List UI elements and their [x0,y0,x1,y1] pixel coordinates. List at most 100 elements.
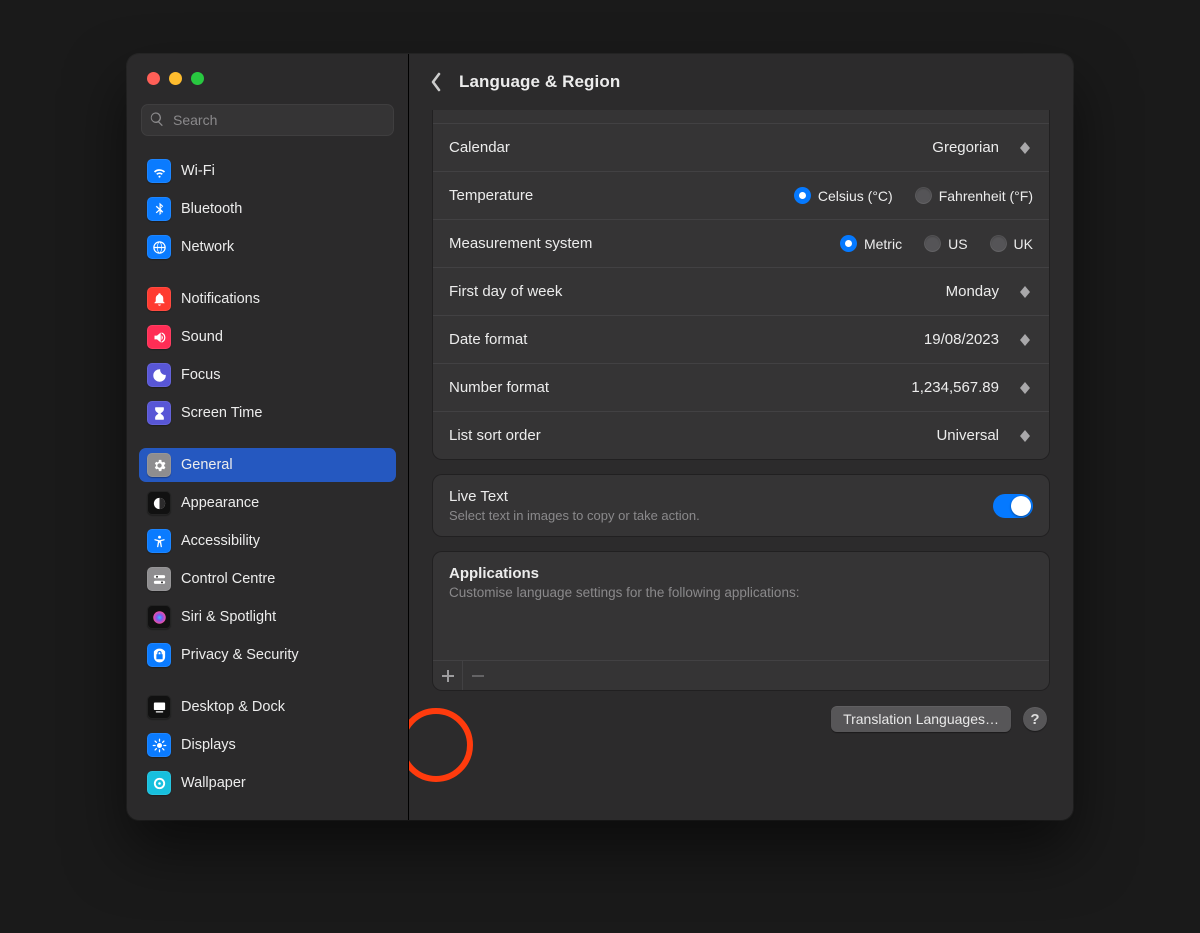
list-sort-label: List sort order [449,427,541,444]
close-window-button[interactable] [147,72,160,85]
sidebar-item-bluetooth[interactable]: Bluetooth [139,192,396,226]
number-format-label: Number format [449,379,549,396]
radio-icon [990,235,1007,252]
sidebar-item-label: Wallpaper [181,775,246,791]
radio-label: Fahrenheit (°F) [939,188,1033,204]
window-controls [127,54,408,96]
sidebar-item-privacy[interactable]: Privacy & Security [139,638,396,672]
chevron-up-down-icon [1017,427,1033,445]
first-day-value: Monday [946,283,999,300]
bluetooth-icon [147,197,171,221]
main-panel: Language & Region Region United States C… [409,54,1073,820]
help-button[interactable]: ? [1023,707,1047,731]
sidebar-item-general[interactable]: General [139,448,396,482]
date-format-row[interactable]: Date format 19/08/2023 [433,315,1049,363]
list-sort-row[interactable]: List sort order Universal [433,411,1049,459]
sidebar-list: Wi-Fi Bluetooth Network Notifications Sound F… [127,144,408,820]
page-title: Language & Region [459,72,620,92]
search-input[interactable] [171,111,386,129]
applications-group: Applications Customise language settings… [433,552,1049,690]
search-icon [149,111,171,130]
temperature-option-0[interactable]: Celsius (°C) [794,187,893,204]
sidebar-item-label: Control Centre [181,571,275,587]
live-text-group: Live Text Select text in images to copy … [433,475,1049,536]
network-icon [147,235,171,259]
sidebar: Wi-Fi Bluetooth Network Notifications Sound F… [127,54,409,820]
wifi-icon [147,159,171,183]
applications-footer [433,660,1049,690]
siri-icon [147,605,171,629]
sidebar-item-wifi[interactable]: Wi-Fi [139,154,396,188]
general-icon [147,453,171,477]
main-content: Region United States Calendar Gregorian [409,110,1073,820]
temperature-row: Temperature Celsius (°C) Fahrenheit (°F) [433,171,1049,219]
sidebar-item-screentime[interactable]: Screen Time [139,396,396,430]
sidebar-item-notifications[interactable]: Notifications [139,282,396,316]
wallpaper-icon [147,771,171,795]
main-header: Language & Region [409,54,1073,110]
sidebar-item-desktop[interactable]: Desktop & Dock [139,690,396,724]
first-day-row[interactable]: First day of week Monday [433,267,1049,315]
zoom-window-button[interactable] [191,72,204,85]
sidebar-item-label: Focus [181,367,221,383]
displays-icon [147,733,171,757]
number-format-row[interactable]: Number format 1,234,567.89 [433,363,1049,411]
temperature-label: Temperature [449,187,533,204]
sidebar-item-siri[interactable]: Siri & Spotlight [139,600,396,634]
sidebar-item-displays[interactable]: Displays [139,728,396,762]
chevron-up-down-icon [1017,331,1033,349]
accessibility-icon [147,529,171,553]
radio-label: Metric [864,236,902,252]
remove-application-button[interactable] [463,661,493,691]
controlcentre-icon [147,567,171,591]
applications-subtitle: Customise language settings for the foll… [449,585,1033,600]
sidebar-item-label: Accessibility [181,533,260,549]
sidebar-item-label: Network [181,239,234,255]
sidebar-item-label: Privacy & Security [181,647,299,663]
system-settings-window: Wi-Fi Bluetooth Network Notifications Sound F… [127,54,1073,820]
radio-icon [840,235,857,252]
appearance-icon [147,491,171,515]
bottom-actions: Translation Languages… ? [433,706,1049,732]
list-sort-value: Universal [936,427,999,444]
minimize-window-button[interactable] [169,72,182,85]
calendar-value: Gregorian [932,139,999,156]
sidebar-item-wallpaper[interactable]: Wallpaper [139,766,396,800]
radio-label: Celsius (°C) [818,188,893,204]
radio-icon [915,187,932,204]
sidebar-item-label: Sound [181,329,223,345]
add-application-button[interactable] [433,661,463,691]
date-format-label: Date format [449,331,527,348]
sidebar-item-focus[interactable]: Focus [139,358,396,392]
sidebar-item-label: Appearance [181,495,259,511]
search-field[interactable] [141,104,394,136]
temperature-option-1[interactable]: Fahrenheit (°F) [915,187,1033,204]
sidebar-item-label: Notifications [181,291,260,307]
sidebar-item-label: Screen Time [181,405,262,421]
measurement-option-2[interactable]: UK [990,235,1033,252]
live-text-title: Live Text [449,488,700,505]
sidebar-item-label: Displays [181,737,236,753]
back-button[interactable] [421,67,451,97]
sidebar-item-accessibility[interactable]: Accessibility [139,524,396,558]
calendar-row[interactable]: Calendar Gregorian [433,123,1049,171]
measurement-option-1[interactable]: US [924,235,967,252]
applications-list [433,606,1049,660]
live-text-toggle[interactable] [993,494,1033,518]
sidebar-item-label: Bluetooth [181,201,242,217]
chevron-up-down-icon [1017,379,1033,397]
translation-languages-button[interactable]: Translation Languages… [831,706,1011,732]
measurement-option-0[interactable]: Metric [840,235,902,252]
sidebar-item-network[interactable]: Network [139,230,396,264]
sidebar-item-appearance[interactable]: Appearance [139,486,396,520]
calendar-label: Calendar [449,139,510,156]
applications-title: Applications [449,565,1033,582]
focus-icon [147,363,171,387]
sound-icon [147,325,171,349]
region-settings-group: Region United States Calendar Gregorian [433,110,1049,459]
sidebar-item-sound[interactable]: Sound [139,320,396,354]
region-row[interactable]: Region United States [433,110,1049,123]
live-text-row: Live Text Select text in images to copy … [433,475,1049,536]
sidebar-item-controlcentre[interactable]: Control Centre [139,562,396,596]
radio-icon [924,235,941,252]
